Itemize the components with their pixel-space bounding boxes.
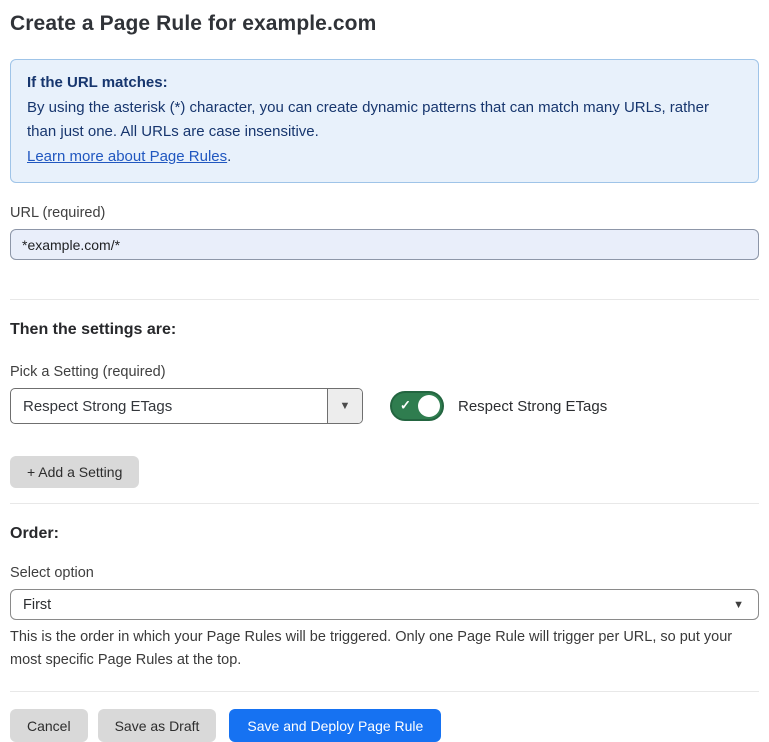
link-period: . [227, 148, 231, 165]
learn-more-link[interactable]: Learn more about Page Rules [27, 148, 227, 165]
chevron-down-icon: ▼ [340, 400, 351, 412]
cancel-button[interactable]: Cancel [10, 709, 88, 742]
save-as-draft-button[interactable]: Save as Draft [98, 709, 217, 742]
order-section-heading: Order: [10, 525, 759, 543]
settings-section-heading: Then the settings are: [10, 321, 759, 339]
create-page-rule-panel: Create a Page Rule for example.com If th… [0, 0, 769, 742]
toggle-knob [418, 395, 440, 417]
info-box-heading: If the URL matches: [27, 71, 742, 96]
chevron-down-icon: ▼ [733, 599, 744, 611]
url-field-label: URL (required) [10, 205, 759, 221]
save-and-deploy-button[interactable]: Save and Deploy Page Rule [229, 709, 441, 742]
setting-dropdown[interactable]: Respect Strong ETags ▼ [10, 388, 363, 424]
pick-setting-label: Pick a Setting (required) [10, 364, 759, 380]
page-title: Create a Page Rule for example.com [10, 12, 759, 36]
footer-actions: Cancel Save as Draft Save and Deploy Pag… [10, 709, 759, 742]
setting-dropdown-value: Respect Strong ETags [11, 389, 327, 423]
check-icon: ✓ [400, 398, 411, 414]
url-match-info-box: If the URL matches: By using the asteris… [10, 59, 759, 183]
section-divider [10, 503, 759, 504]
select-option-label: Select option [10, 565, 759, 581]
setting-row: Respect Strong ETags ▼ ✓ Respect Strong … [10, 388, 759, 424]
order-select[interactable]: First ▼ [10, 589, 759, 620]
order-help-text: This is the order in which your Page Rul… [10, 626, 755, 672]
order-select-value: First [23, 597, 733, 613]
info-box-body: By using the asterisk (*) character, you… [27, 96, 742, 145]
setting-toggle[interactable]: ✓ [390, 391, 444, 421]
section-divider [10, 299, 759, 300]
setting-toggle-label: Respect Strong ETags [458, 398, 607, 415]
footer-divider [10, 691, 759, 692]
setting-dropdown-button[interactable]: ▼ [327, 389, 362, 423]
add-setting-button[interactable]: + Add a Setting [10, 456, 139, 488]
info-box-link-line: Learn more about Page Rules. [27, 145, 742, 170]
url-input[interactable] [10, 229, 759, 260]
